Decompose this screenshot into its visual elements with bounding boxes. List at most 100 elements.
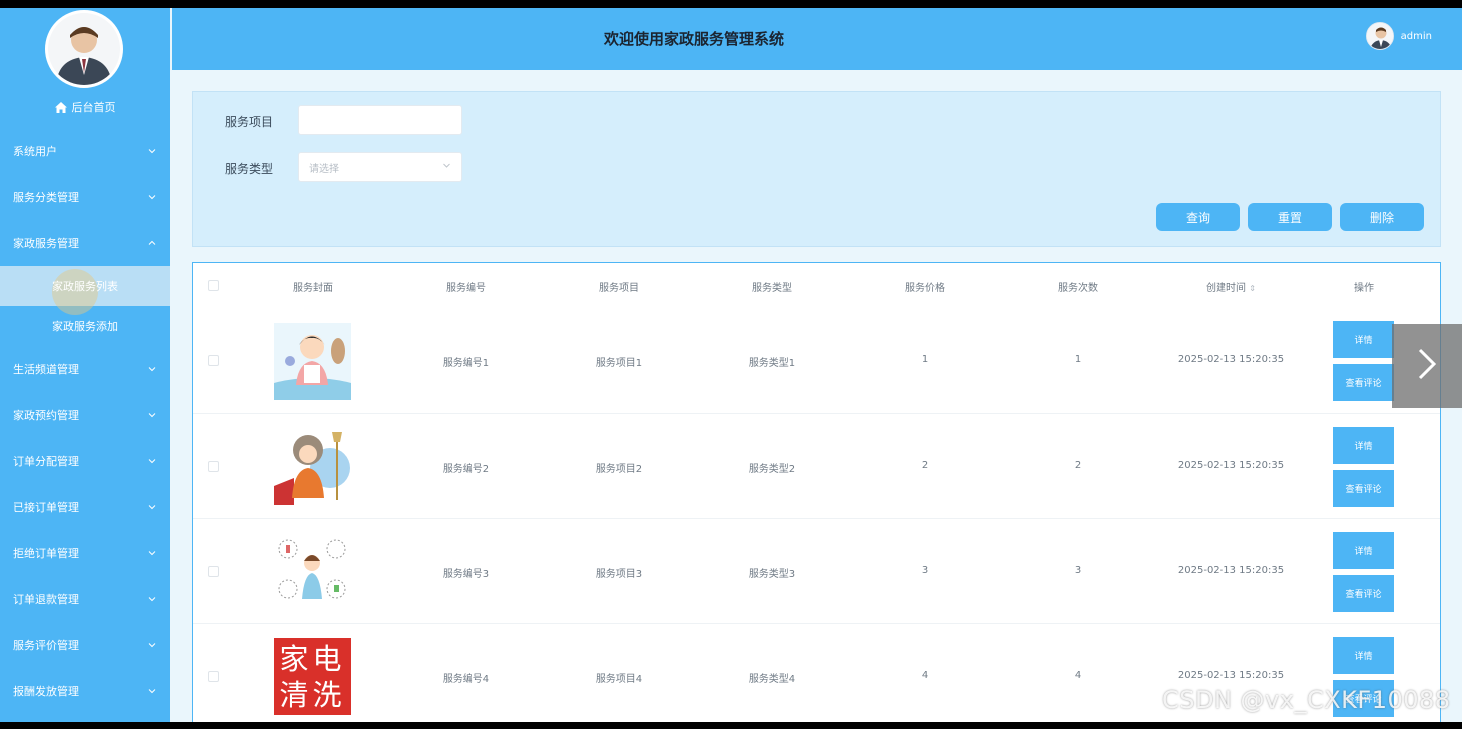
chevron-up-icon [148,239,156,247]
sidebar-item-service[interactable]: 家政服务管理 [0,220,170,266]
cell-price: 1 [921,354,929,365]
cell-price: 3 [921,565,929,576]
cell-item: 服务项目2 [595,464,643,475]
detail-button[interactable]: 详情 [1333,637,1394,674]
chevron-down-icon [148,549,156,557]
cell-created: 2025-02-13 15:20:35 [1177,460,1285,471]
sidebar-item-payout[interactable]: 报酬发放管理 [0,668,170,714]
cover-image-cleaning-supplies [274,533,351,610]
sidebar-subitem-label: 家政服务添加 [52,320,118,333]
user-avatar [1365,22,1394,50]
home-link[interactable]: 后台首页 [0,96,170,118]
sidebar-item-refund[interactable]: 订单退款管理 [0,576,170,622]
sidebar-item-rejected[interactable]: 拒绝订单管理 [0,530,170,576]
cell-item: 服务项目1 [595,358,643,369]
home-label: 后台首页 [71,101,116,114]
table-header: 服务封面 服务编号 服务项目 服务类型 服务价格 服务次数 创建时间 ⇕ 操作 [193,263,1440,308]
col-created[interactable]: 创建时间 ⇕ [1206,279,1256,294]
chevron-down-icon [148,503,156,511]
cell-created: 2025-02-13 15:20:35 [1177,670,1285,681]
delete-button[interactable]: 删除 [1340,203,1424,231]
cover-text: 家电清洗 [279,641,346,712]
sidebar-item-order-assign[interactable]: 订单分配管理 [0,438,170,484]
sidebar-subitem-label: 家政服务列表 [52,280,118,293]
sidebar-item-label: 生活频道管理 [13,363,79,376]
cell-type: 服务类型4 [748,674,796,685]
service-type-label: 服务类型 [225,162,274,176]
chevron-down-icon [148,365,156,373]
view-reviews-button[interactable]: 查看评论 [1333,470,1394,507]
chevron-down-icon [148,193,156,201]
chevron-right-icon [1416,346,1438,386]
col-type: 服务类型 [752,283,792,294]
col-actions: 操作 [1354,283,1374,294]
next-arrow-button[interactable] [1392,324,1462,408]
sidebar-item-category[interactable]: 服务分类管理 [0,174,170,220]
row-checkbox[interactable] [208,566,219,577]
sidebar-menu: 系统用户 服务分类管理 家政服务管理 家政服务列表 家政服务添加 生活频道管理 … [0,128,170,714]
cell-price: 2 [921,460,929,471]
row-checkbox[interactable] [208,355,219,366]
cover-image-sweeping-woman [274,428,351,505]
reset-button[interactable]: 重置 [1248,203,1332,231]
sidebar-item-label: 服务评价管理 [13,639,79,652]
sidebar-item-system-users[interactable]: 系统用户 [0,128,170,174]
query-button[interactable]: 查询 [1156,203,1240,231]
cell-code: 服务编号1 [442,358,490,369]
app-window: 欢迎使用家政服务管理系统 admin 后台首页 系统用户 服务分类管理 家政服务… [0,8,1462,722]
row-checkbox[interactable] [208,461,219,472]
chevron-down-icon [148,411,156,419]
sidebar-item-label: 订单分配管理 [13,455,79,468]
sidebar-item-label: 服务分类管理 [13,191,79,204]
detail-button[interactable]: 详情 [1333,321,1394,358]
view-reviews-button[interactable]: 查看评论 [1333,364,1394,401]
cell-code: 服务编号3 [442,569,490,580]
chevron-down-icon [148,457,156,465]
col-cover: 服务封面 [293,283,333,294]
sidebar-item-label: 家政预约管理 [13,409,79,422]
sidebar-subitem-service-list[interactable]: 家政服务列表 [0,266,170,315]
service-item-label: 服务项目 [225,115,274,129]
sidebar-item-accepted[interactable]: 已接订单管理 [0,484,170,530]
service-type-select[interactable]: 请选择 [298,152,462,182]
sidebar-item-label: 家政服务管理 [13,237,79,250]
cell-count: 1 [1074,354,1082,365]
chevron-down-icon [442,161,451,173]
view-reviews-button[interactable]: 查看评论 [1333,575,1394,612]
sidebar-item-label: 系统用户 [13,145,57,158]
cell-type: 服务类型2 [748,464,796,475]
cell-code: 服务编号4 [442,674,490,685]
col-code: 服务编号 [446,283,486,294]
sort-icon[interactable]: ⇕ [1249,284,1256,293]
cover-image-cleaning-woman [274,323,351,400]
search-panel: 服务项目 服务类型 请选择 查询 重置 删除 [192,91,1441,247]
sidebar-item-life-channel[interactable]: 生活频道管理 [0,346,170,392]
cell-created: 2025-02-13 15:20:35 [1177,565,1285,576]
sidebar: 后台首页 系统用户 服务分类管理 家政服务管理 家政服务列表 家政服务添加 生活… [0,8,170,722]
service-item-input[interactable] [298,105,462,135]
cell-item: 服务项目4 [595,674,643,685]
sidebar-item-label: 报酬发放管理 [13,685,79,698]
service-table: 服务封面 服务编号 服务项目 服务类型 服务价格 服务次数 创建时间 ⇕ 操作 … [192,262,1441,722]
user-menu[interactable]: admin [1365,22,1432,50]
chevron-down-icon [148,147,156,155]
chevron-down-icon [148,687,156,695]
select-all-checkbox[interactable] [208,280,219,291]
cell-type: 服务类型3 [748,569,796,580]
cell-created: 2025-02-13 15:20:35 [1177,354,1285,365]
row-checkbox[interactable] [208,671,219,682]
detail-button[interactable]: 详情 [1333,427,1394,464]
table-row: 服务编号1 服务项目1 服务类型1 1 1 2025-02-13 15:20:3… [193,308,1440,413]
cell-code: 服务编号2 [442,464,490,475]
page-title: 欢迎使用家政服务管理系统 [604,30,785,48]
chevron-down-icon [148,595,156,603]
sidebar-item-label: 已接订单管理 [13,501,79,514]
sidebar-avatar [45,10,123,88]
cell-type: 服务类型1 [748,358,796,369]
detail-button[interactable]: 详情 [1333,532,1394,569]
sidebar-item-review[interactable]: 服务评价管理 [0,622,170,668]
sidebar-item-booking[interactable]: 家政预约管理 [0,392,170,438]
cell-price: 4 [921,670,929,681]
col-count: 服务次数 [1058,283,1098,294]
cover-image-appliance-cleaning: 家电清洗 [274,638,351,715]
